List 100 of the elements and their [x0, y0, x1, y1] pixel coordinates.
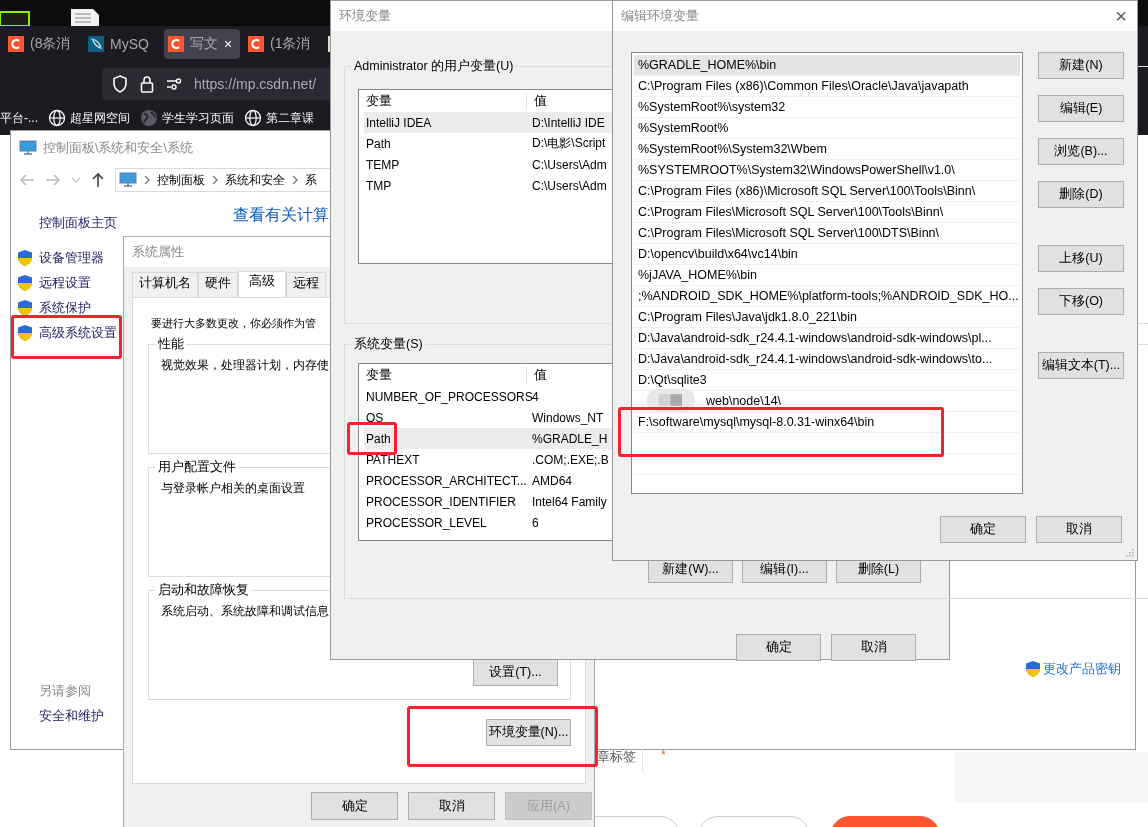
side-button[interactable]: 上移(U): [1038, 245, 1124, 272]
bookmark[interactable]: 学生学习页面: [140, 109, 234, 127]
group-title: 系统变量(S): [352, 336, 425, 353]
tab-label: 写文: [190, 35, 218, 53]
group-title: 用户配置文件: [156, 459, 238, 476]
shield-icon: [17, 249, 33, 267]
path-entry[interactable]: %SYSTEMROOT%\System32\WindowsPowerShell\v1.0\: [634, 160, 1020, 181]
path-entry[interactable]: %SystemRoot%\System32\Wbem: [634, 139, 1020, 160]
close-button[interactable]: ×: [1115, 6, 1127, 26]
resize-grip-icon[interactable]: [1126, 549, 1134, 557]
tab-label: (8条消: [30, 35, 71, 53]
back-arrow-icon[interactable]: [19, 173, 35, 187]
tab[interactable]: 高级: [238, 271, 286, 297]
path-entry[interactable]: D:\opencv\build\x64\vc14\bin: [634, 244, 1020, 265]
highlight-frame: [347, 422, 397, 455]
path-entry[interactable]: C:\Program Files\Microsoft SQL Server\100\DTS\Binn\: [634, 223, 1020, 244]
home-link[interactable]: 控制面板主页: [39, 215, 211, 232]
globe-icon: [244, 109, 262, 127]
dialog-button[interactable]: 取消: [831, 634, 916, 661]
field-label: 章标签: [597, 748, 643, 772]
path-entry[interactable]: %SystemRoot%: [634, 118, 1020, 139]
window-title: 控制面板\系统和安全\系统: [43, 139, 193, 157]
window-title: 系统属性: [132, 243, 184, 261]
browser-tab[interactable]: (1条消: [244, 29, 320, 59]
tab-label: (1条消: [270, 35, 311, 53]
breadcrumb-item[interactable]: 系: [305, 171, 317, 189]
column-header[interactable]: 值: [527, 366, 547, 384]
chevron-right-icon: [211, 175, 219, 185]
side-button[interactable]: 编辑(E): [1038, 95, 1124, 122]
browser-tab[interactable]: MySQ: [84, 29, 160, 59]
path-entry[interactable]: C:\Program Files\Microsoft SQL Server\100\Tools\Binn\: [634, 202, 1020, 223]
tab-label: MySQ: [110, 36, 149, 52]
permissions-icon: [166, 77, 182, 91]
close-tab-button[interactable]: ×: [224, 36, 233, 52]
group-description: 与登录帐户相关的桌面设置: [161, 482, 305, 494]
path-entry[interactable]: %GRADLE_HOME%\bin: [634, 55, 1020, 76]
path-entry[interactable]: C:\Program Files (x86)\Microsoft SQL Server\100\Tools\Binn\: [634, 181, 1020, 202]
tab[interactable]: 计算机名: [132, 272, 198, 297]
dialog-button[interactable]: 取消: [1036, 516, 1122, 543]
side-button[interactable]: 下移(O): [1038, 288, 1124, 315]
bookmark[interactable]: 平台-...: [0, 109, 38, 127]
browser-tab[interactable]: (8条消: [4, 29, 80, 59]
dialog-button[interactable]: 确定: [940, 516, 1026, 543]
globe-icon: [48, 109, 66, 127]
environment-variables-button[interactable]: 环境变量(N)...: [486, 719, 571, 746]
group-title: 性能: [156, 336, 186, 353]
group-title: Administrator 的用户变量(U): [352, 58, 516, 75]
tab[interactable]: 硬件: [198, 272, 238, 297]
chevron-right-icon: [291, 175, 299, 185]
bookmark[interactable]: 超星网空间: [48, 109, 130, 127]
path-entry[interactable]: %jJAVA_HOME%\bin: [634, 265, 1020, 286]
monitor-icon: [119, 172, 137, 188]
path-entry[interactable]: D:\Java\android-sdk_r24.4.1-windows\android-sdk-windows\pl...: [634, 328, 1020, 349]
group-title: 启动和故障恢复: [156, 582, 251, 599]
chevron-right-icon: [143, 175, 151, 185]
section-label: 另请参阅: [39, 683, 92, 700]
side-button[interactable]: 编辑文本(T)...: [1038, 352, 1124, 379]
page-heading: 查看有关计算: [233, 206, 329, 223]
path-entry[interactable]: C:\Program Files\Java\jdk1.8.0_221\bin: [634, 307, 1020, 328]
group-description: 视觉效果，处理器计划，内存使: [161, 359, 329, 371]
path-entry[interactable]: C:\Program Files (x86)\Common Files\Oracle\Java\javapath: [634, 76, 1020, 97]
shield-icon: [17, 299, 33, 317]
path-entry[interactable]: ;%ANDROID_SDK_HOME%\platform-tools;%ANDROID_SDK_HO...: [634, 286, 1020, 307]
shield-icon: [17, 324, 33, 342]
column-header[interactable]: 变量: [359, 92, 527, 110]
browser-tab[interactable]: 写文 ×: [164, 29, 240, 59]
url-text: https://mp.csdn.net/: [194, 76, 317, 92]
bookmark[interactable]: 第二章课: [244, 109, 314, 127]
dialog-button[interactable]: 确定: [736, 634, 821, 661]
shield-icon: [1025, 660, 1041, 678]
up-arrow-icon[interactable]: [91, 172, 105, 188]
chevron-down-icon[interactable]: [71, 176, 81, 184]
dolphin-icon: [88, 36, 104, 52]
settings-button[interactable]: 设置(T)...: [473, 659, 558, 686]
dialog-button[interactable]: 确定: [311, 792, 398, 820]
admin-note: 要进行大多数更改，你必须作为管: [151, 316, 317, 331]
required-mark: *: [661, 748, 666, 762]
earth-icon: [140, 109, 158, 127]
product-key-link[interactable]: 更改产品密钥: [1025, 660, 1121, 678]
breadcrumb-item[interactable]: 系统和安全: [225, 171, 285, 189]
forward-arrow-icon[interactable]: [45, 173, 61, 187]
task-link[interactable]: 系统保护: [17, 298, 211, 318]
window-title: 编辑环境变量: [621, 7, 699, 25]
window-title: 环境变量: [339, 7, 391, 25]
tab[interactable]: 远程: [286, 272, 326, 297]
path-entry[interactable]: %SystemRoot%\system32: [634, 97, 1020, 118]
shield-icon: [17, 274, 33, 292]
side-button[interactable]: 新建(N): [1038, 52, 1124, 79]
c-logo-icon: [248, 36, 264, 52]
lock-icon: [140, 75, 154, 93]
document-icon[interactable]: [70, 8, 100, 26]
side-button[interactable]: 浏览(B)...: [1038, 138, 1124, 165]
column-header[interactable]: 值: [527, 92, 547, 110]
column-header[interactable]: 变量: [359, 366, 527, 384]
dialog-button[interactable]: 取消: [408, 792, 495, 820]
path-entry[interactable]: D:\Java\android-sdk_r24.4.1-windows\android-sdk-windows\to...: [634, 349, 1020, 370]
side-button[interactable]: 删除(D): [1038, 181, 1124, 208]
breadcrumb-item[interactable]: 控制面板: [157, 171, 205, 189]
c-logo-icon: [168, 36, 184, 52]
path-entry[interactable]: F:\software\mysql\mysql-8.0.31-winx64\bin: [634, 412, 1020, 433]
